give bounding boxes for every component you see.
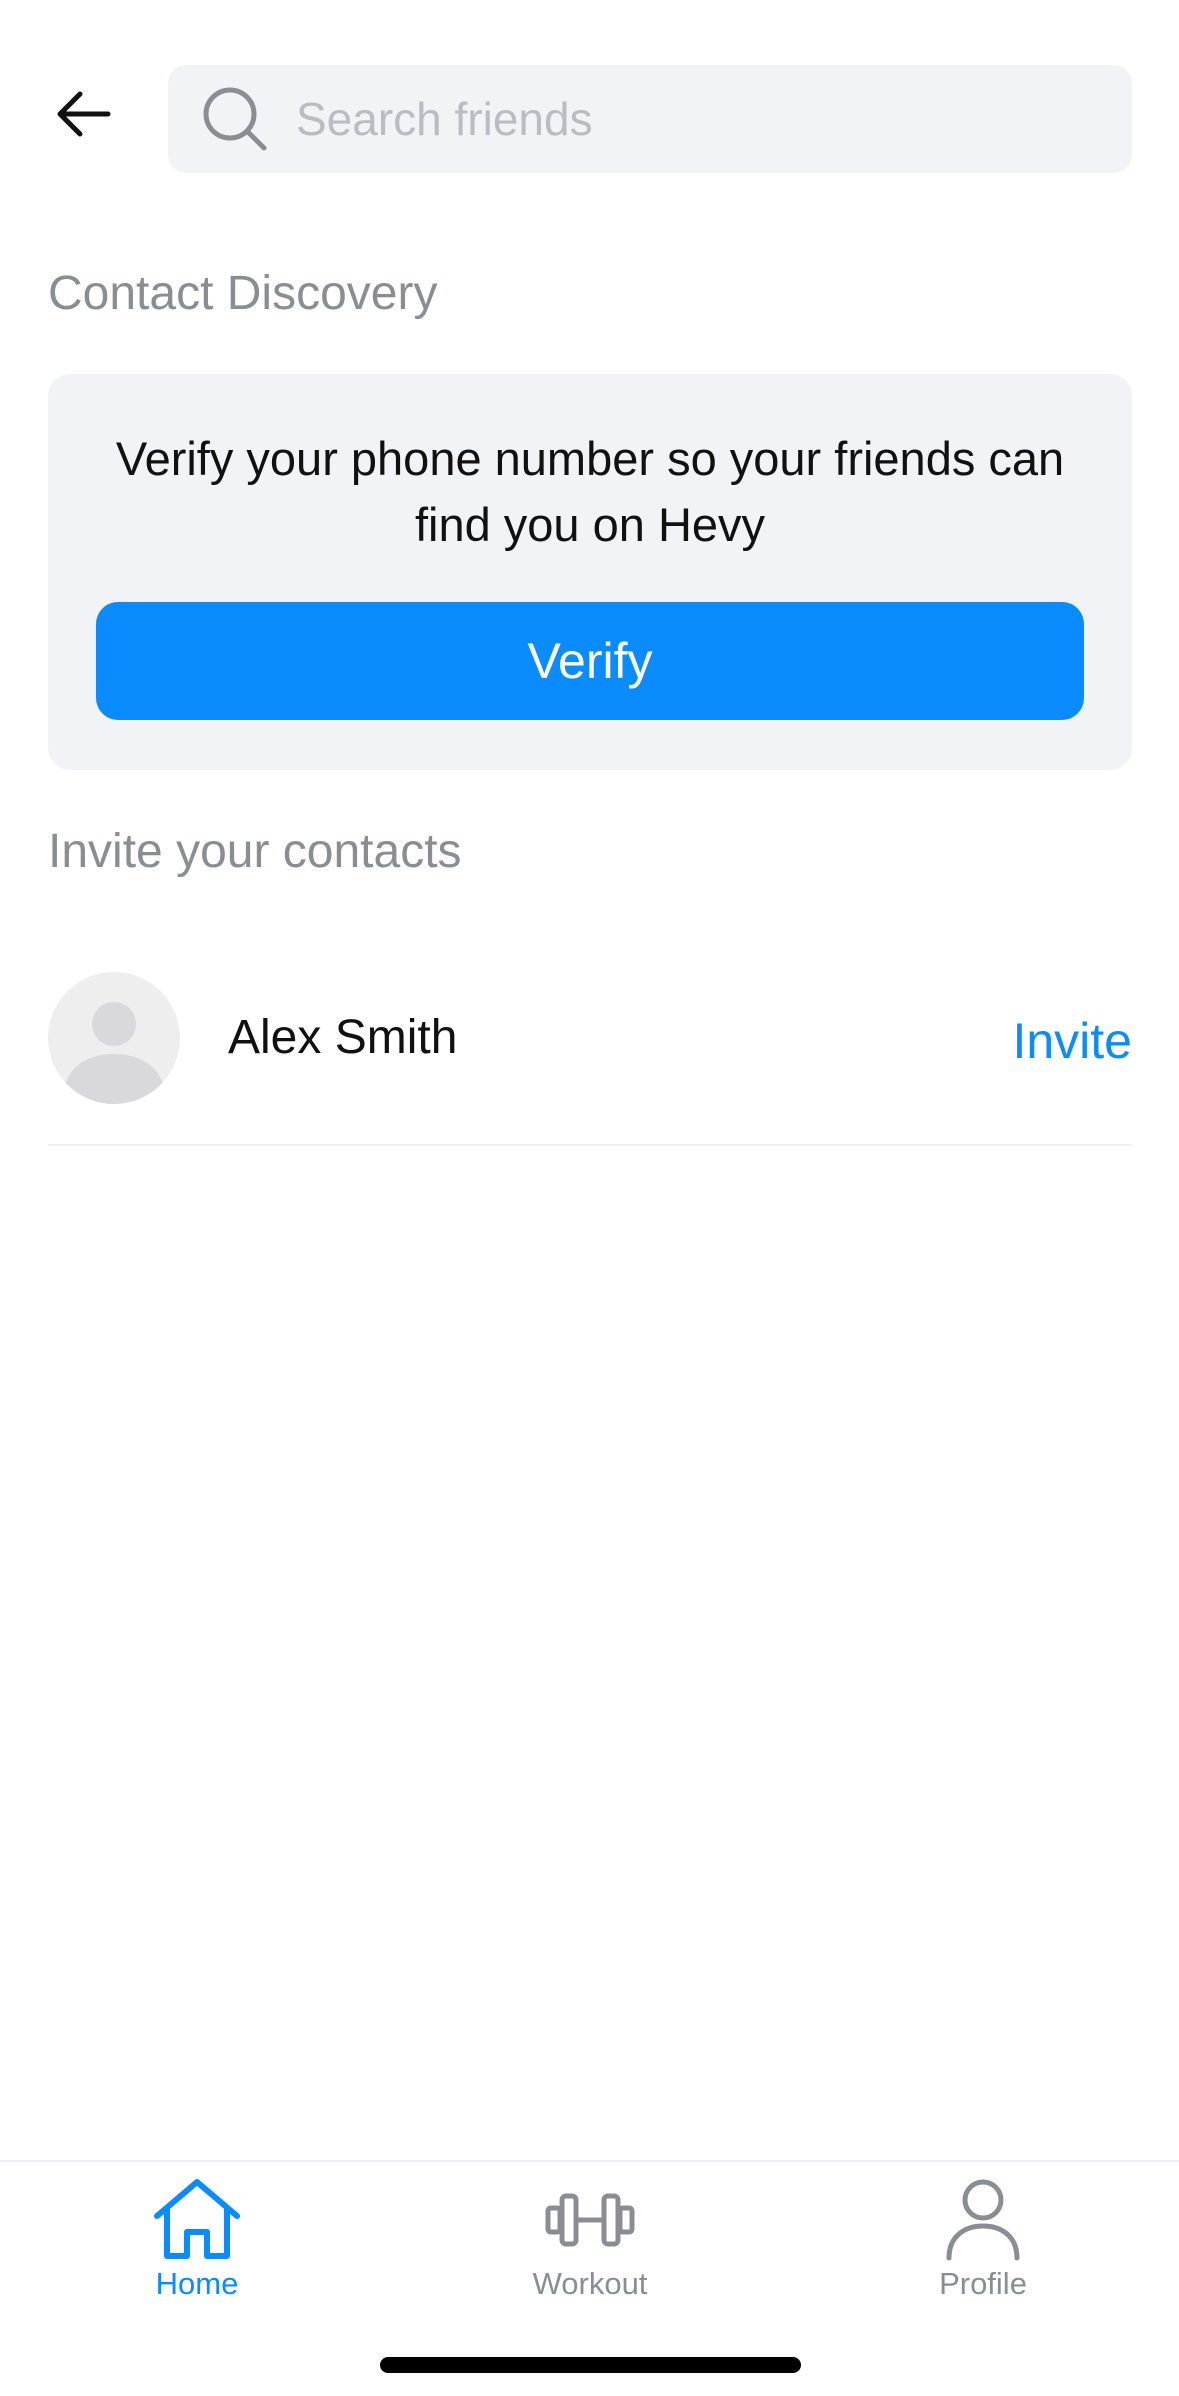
person-icon — [946, 2179, 1020, 2261]
invite-button[interactable]: Invite — [1012, 1012, 1132, 1070]
tab-home-label: Home — [155, 2266, 239, 2301]
find-friends-screen: Contact Discovery Verify your phone numb… — [0, 0, 1179, 2396]
verify-message: Verify your phone number so your friends… — [115, 432, 1065, 551]
search-icon — [203, 87, 267, 151]
avatar — [48, 972, 180, 1104]
tab-workout-label: Workout — [532, 2266, 648, 2301]
tab-home[interactable]: Home — [97, 2176, 297, 2326]
contact-row: Alex Smith Invite — [48, 970, 1132, 1146]
verify-button[interactable]: Verify — [96, 602, 1084, 720]
home-icon — [154, 2179, 240, 2259]
tab-profile-label: Profile — [939, 2266, 1027, 2301]
search-input[interactable] — [296, 74, 1116, 164]
home-indicator[interactable] — [380, 2357, 801, 2373]
back-button[interactable] — [40, 70, 128, 158]
contact-name: Alex Smith — [228, 1011, 458, 1064]
person-placeholder-icon — [62, 1002, 166, 1104]
contact-discovery-title: Contact Discovery — [48, 267, 438, 320]
invite-contacts-title: Invite your contacts — [48, 825, 462, 878]
arrow-left-icon — [57, 91, 111, 137]
search-bar[interactable] — [168, 65, 1132, 173]
tab-profile[interactable]: Profile — [883, 2176, 1083, 2326]
verify-card: Verify your phone number so your friends… — [48, 374, 1132, 770]
dumbbell-icon — [545, 2193, 635, 2247]
tab-workout[interactable]: Workout — [490, 2176, 690, 2326]
